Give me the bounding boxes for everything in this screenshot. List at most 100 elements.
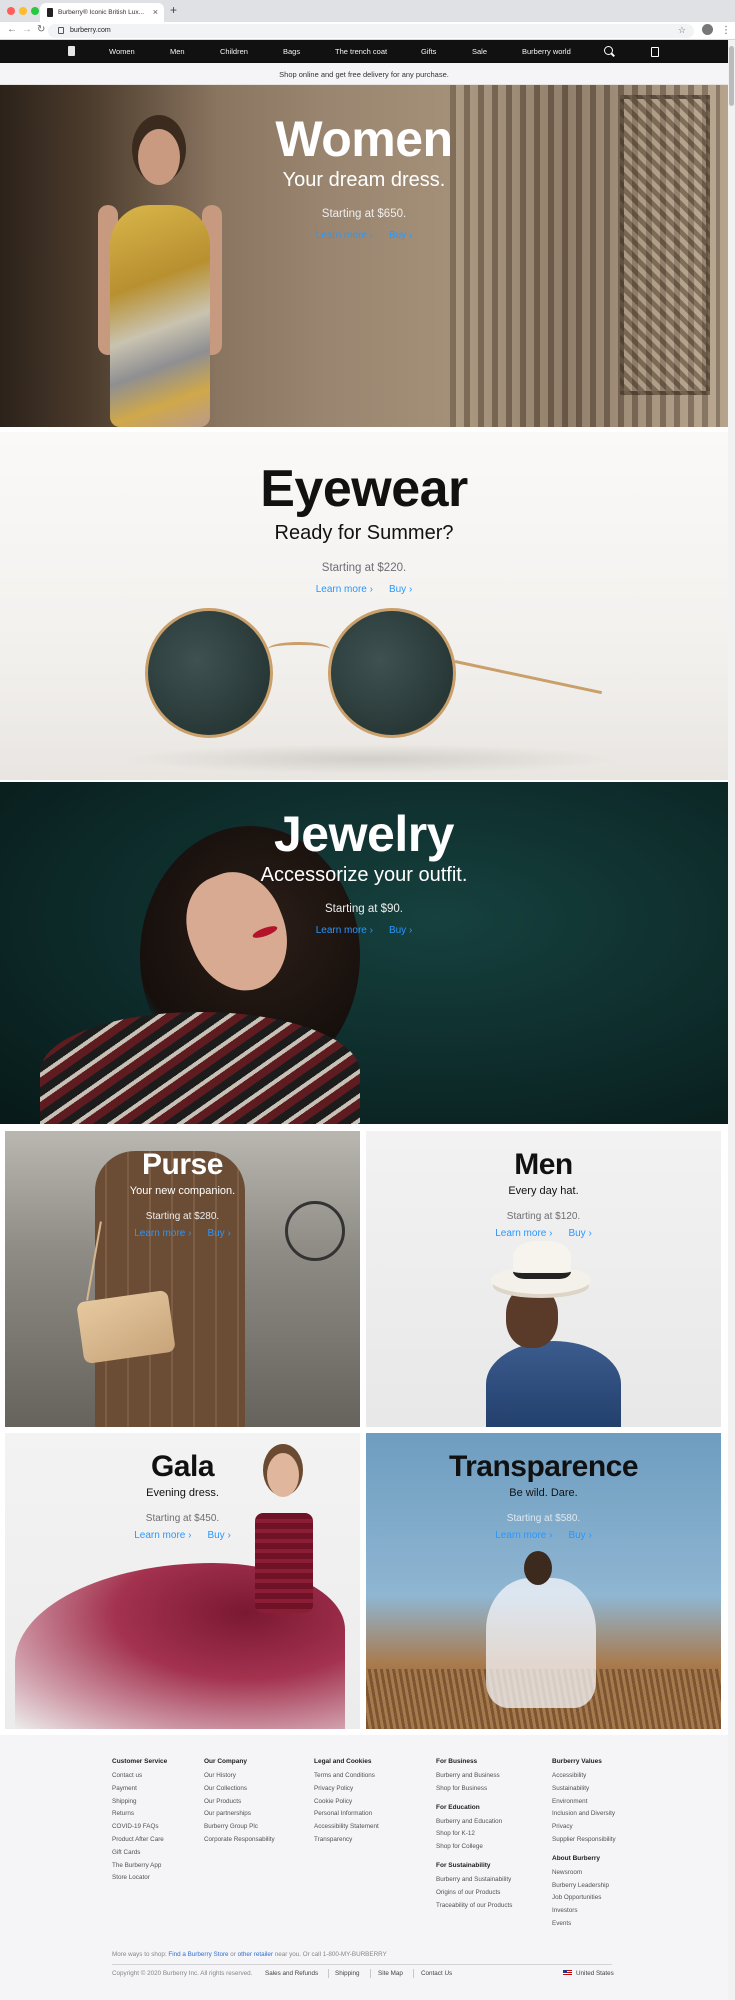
footer-link[interactable]: Shop for College [436, 1841, 512, 1854]
footer-link[interactable]: Our partnerships [204, 1808, 275, 1821]
nav-item-women[interactable]: Women [109, 47, 135, 56]
star-icon[interactable]: ☆ [678, 25, 686, 36]
browser-tab[interactable]: Burberry® Iconic British Lux... × [40, 3, 164, 22]
footer-legal-link[interactable]: Contact Us [421, 1970, 452, 1977]
footer-link[interactable]: Payment [112, 1783, 167, 1796]
close-window-icon[interactable] [7, 7, 15, 15]
footer-link[interactable]: Investors [552, 1905, 616, 1918]
buy-link[interactable]: Buy › [389, 925, 412, 936]
close-tab-icon[interactable]: × [153, 7, 158, 17]
footer-column-customer-service: Customer Service Contact us Payment Ship… [112, 1758, 167, 1885]
footer-link[interactable]: Our Collections [204, 1783, 275, 1796]
footer-link[interactable]: Burberry and Sustainability [436, 1874, 512, 1887]
footer-link[interactable]: Personal Information [314, 1808, 379, 1821]
footer-link[interactable]: Inclusion and Diversity [552, 1808, 616, 1821]
footer-legal-link[interactable]: Site Map [378, 1970, 403, 1977]
footer-link[interactable]: Burberry and Education [436, 1816, 512, 1829]
footer-link[interactable]: Burberry Group Plc [204, 1821, 275, 1834]
buy-link[interactable]: Buy › [389, 230, 412, 241]
buy-link[interactable]: Buy › [207, 1228, 230, 1239]
browser-tab-strip: Burberry® Iconic British Lux... × + [0, 0, 735, 22]
footer-heading: For Business [436, 1758, 478, 1765]
footer-link[interactable]: Terms and Conditions [314, 1770, 379, 1783]
tile-title: Transparence [448, 1450, 639, 1483]
nav-item-gifts[interactable]: Gifts [421, 47, 436, 56]
tile-subtitle: Your new companion. [129, 1185, 236, 1197]
footer-link[interactable]: Returns [112, 1808, 167, 1821]
nav-item-sale[interactable]: Sale [472, 47, 487, 56]
footer-link[interactable]: Gift Cards [112, 1847, 167, 1860]
learn-more-link[interactable]: Learn more › [316, 584, 373, 595]
footer-link[interactable]: COVID-19 FAQs [112, 1821, 167, 1834]
brand-logo-icon[interactable] [68, 46, 75, 56]
learn-more-link[interactable]: Learn more › [316, 230, 373, 241]
scrollbar-thumb[interactable] [729, 46, 734, 106]
footer-link[interactable]: Events [552, 1918, 616, 1931]
footer-link[interactable]: Traceability of our Products [436, 1900, 512, 1913]
footer-link[interactable]: Environment [552, 1796, 616, 1809]
footer-link[interactable]: Accessibility Statement [314, 1821, 379, 1834]
back-arrow-icon[interactable]: ← [7, 24, 17, 35]
footer-link[interactable]: Burberry Leadership [552, 1880, 616, 1893]
learn-more-link[interactable]: Learn more › [134, 1228, 191, 1239]
footer-link[interactable]: Shop for Business [436, 1783, 512, 1796]
buy-link[interactable]: Buy › [568, 1530, 591, 1541]
find-store-link[interactable]: Find a Burberry Store [168, 1951, 228, 1958]
footer-link[interactable]: Accessibility [552, 1770, 616, 1783]
nav-item-trench-coat[interactable]: The trench coat [335, 47, 387, 56]
footer-link[interactable]: Supplier Responsibility [552, 1834, 616, 1847]
other-retailer-link[interactable]: other retailer [238, 1951, 273, 1958]
footer-link[interactable]: Privacy [552, 1821, 616, 1834]
minimize-window-icon[interactable] [19, 7, 27, 15]
site-footer: Customer Service Contact us Payment Ship… [0, 1735, 728, 2000]
tab-title: Burberry® Iconic British Lux... [58, 9, 145, 16]
shopping-bag-icon[interactable] [651, 47, 659, 57]
tile-title: Gala [150, 1450, 215, 1483]
page-scrollbar[interactable] [728, 40, 735, 2000]
learn-more-link[interactable]: Learn more › [495, 1228, 552, 1239]
reload-icon[interactable]: ↻ [37, 24, 45, 35]
footer-legal-link[interactable]: Shipping [335, 1970, 360, 1977]
footer-link[interactable]: Job Opportunities [552, 1892, 616, 1905]
footer-link[interactable]: Our History [204, 1770, 275, 1783]
footer-link[interactable]: Shop for K-12 [436, 1828, 512, 1841]
learn-more-link[interactable]: Learn more › [316, 925, 373, 936]
buy-link[interactable]: Buy › [568, 1228, 591, 1239]
footer-link[interactable]: Corporate Responsability [204, 1834, 275, 1847]
footer-link[interactable]: Newsroom [552, 1867, 616, 1880]
footer-link[interactable]: Origins of our Products [436, 1887, 512, 1900]
maximize-window-icon[interactable] [31, 7, 39, 15]
buy-link[interactable]: Buy › [389, 584, 412, 595]
footer-link[interactable]: Store Locator [112, 1872, 167, 1885]
nav-item-bags[interactable]: Bags [283, 47, 300, 56]
footer-link[interactable]: Cookie Policy [314, 1796, 379, 1809]
footer-link[interactable]: Shipping [112, 1796, 167, 1809]
nav-item-burberry-world[interactable]: Burberry world [522, 47, 571, 56]
search-icon[interactable] [604, 46, 613, 55]
footer-link[interactable]: Burberry and Business [436, 1770, 512, 1783]
footer-link[interactable]: Our Products [204, 1796, 275, 1809]
buy-link[interactable]: Buy › [207, 1530, 230, 1541]
footer-heading: Legal and Cookies [314, 1758, 372, 1765]
new-tab-icon[interactable]: + [170, 3, 177, 17]
learn-more-link[interactable]: Learn more › [134, 1530, 191, 1541]
country-selector[interactable]: United States [576, 1970, 614, 1977]
footer-link[interactable]: The Burberry App [112, 1860, 167, 1873]
footer-legal-link[interactable]: Sales and Refunds [265, 1970, 318, 1977]
footer-link[interactable]: Product After Care [112, 1834, 167, 1847]
hero-title: Eyewear [260, 460, 468, 518]
legal-separator [370, 1969, 371, 1978]
nav-item-children[interactable]: Children [220, 47, 248, 56]
kebab-menu-icon[interactable]: ⋮ [721, 25, 731, 36]
forward-arrow-icon[interactable]: → [22, 24, 32, 35]
learn-more-link[interactable]: Learn more › [495, 1530, 552, 1541]
footer-link[interactable]: Privacy Policy [314, 1783, 379, 1796]
nav-item-men[interactable]: Men [170, 47, 185, 56]
footer-link[interactable]: Contact us [112, 1770, 167, 1783]
footer-heading: For Education [436, 1803, 480, 1811]
profile-icon[interactable] [702, 24, 713, 35]
footer-link[interactable]: Sustainability [552, 1783, 616, 1796]
footer-column-values: Burberry Values Accessibility Sustainabi… [552, 1758, 616, 1931]
footer-link[interactable]: Transparency [314, 1834, 379, 1847]
address-bar[interactable]: burberry.com ☆ [48, 24, 694, 38]
